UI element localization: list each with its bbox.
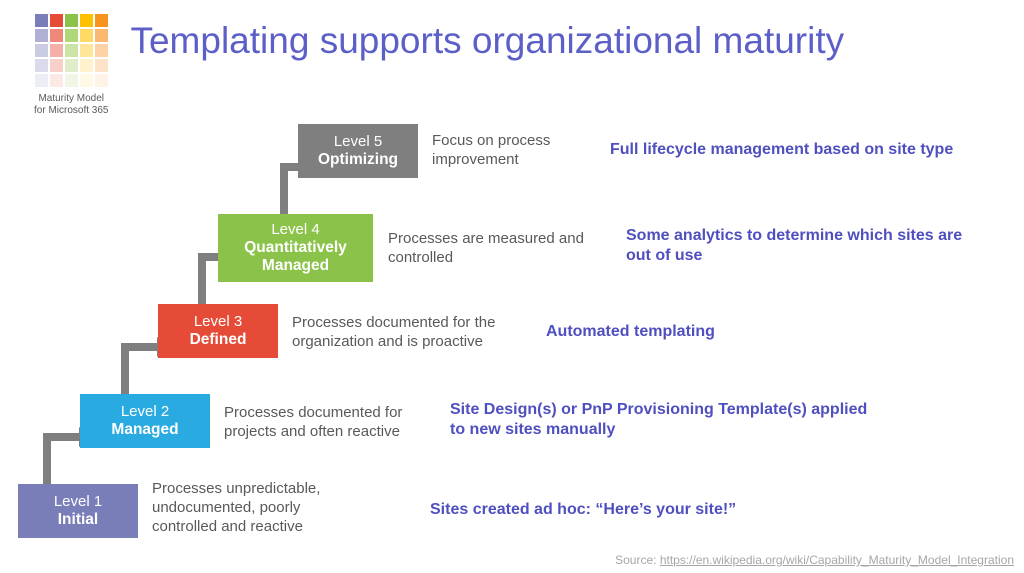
- level1-name: Initial: [58, 511, 98, 529]
- level5-desc: Focus on process improvement: [432, 132, 602, 170]
- level5-box: Level 5 Optimizing: [298, 124, 418, 178]
- level2-box: Level 2 Managed: [80, 394, 210, 448]
- level2-number: Level 2: [121, 403, 169, 420]
- level3-desc: Processes documented for the organizatio…: [292, 314, 532, 352]
- source-label: Source:: [615, 553, 660, 567]
- level5-note: Full lifecycle management based on site …: [610, 140, 1010, 160]
- source-link[interactable]: https://en.wikipedia.org/wiki/Capability…: [660, 553, 1014, 567]
- level2-note: Site Design(s) or PnP Provisioning Templ…: [450, 400, 880, 440]
- level2-name: Managed: [111, 421, 178, 439]
- level3-name: Defined: [190, 331, 247, 349]
- source-citation: Source: https://en.wikipedia.org/wiki/Ca…: [615, 553, 1014, 567]
- level3-box: Level 3 Defined: [158, 304, 278, 358]
- maturity-staircase: Level 5 Optimizing Focus on process impr…: [0, 0, 1024, 573]
- level5-name: Optimizing: [318, 151, 398, 169]
- level5-number: Level 5: [334, 133, 382, 150]
- level1-desc: Processes unpredictable, undocumented, p…: [152, 480, 362, 536]
- level4-name: Quantitatively Managed: [218, 239, 373, 275]
- level4-note: Some analytics to determine which sites …: [626, 226, 986, 266]
- level4-number: Level 4: [271, 221, 319, 238]
- level4-box: Level 4 Quantitatively Managed: [218, 214, 373, 282]
- level3-note: Automated templating: [546, 322, 846, 342]
- level2-desc: Processes documented for projects and of…: [224, 404, 434, 442]
- level1-number: Level 1: [54, 493, 102, 510]
- level1-box: Level 1 Initial: [18, 484, 138, 538]
- level4-desc: Processes are measured and controlled: [388, 230, 613, 268]
- level1-note: Sites created ad hoc: “Here’s your site!…: [430, 500, 860, 520]
- level3-number: Level 3: [194, 313, 242, 330]
